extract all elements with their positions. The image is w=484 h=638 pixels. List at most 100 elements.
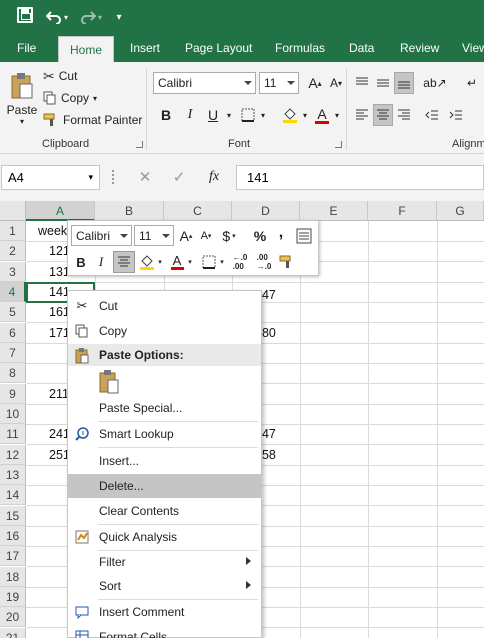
name-box-dropdown-icon[interactable]: ▾ [88, 166, 93, 189]
column-header-a[interactable]: A [26, 201, 95, 221]
mini-decrease-decimal-button[interactable]: .00 →.0 [254, 252, 274, 272]
mini-increase-decimal-button[interactable]: ←.0.00 [230, 252, 250, 272]
borders-dropdown-icon[interactable]: ▾ [258, 104, 268, 126]
row-header-17[interactable]: 17 [0, 546, 26, 566]
align-right-button[interactable] [394, 104, 414, 126]
select-all-corner[interactable] [0, 201, 26, 221]
tab-page-layout[interactable]: Page Layout [185, 34, 252, 62]
mini-shrink-font-button[interactable]: A ▾ [198, 226, 214, 246]
save-icon[interactable] [17, 7, 33, 23]
font-name-select[interactable]: Calibri [153, 72, 256, 94]
tab-home[interactable]: Home [58, 36, 114, 62]
mini-comma-button[interactable]: , [274, 223, 288, 243]
menu-item-paste-special[interactable]: Paste Special... [68, 396, 261, 420]
row-header-11[interactable]: 11 [0, 424, 26, 444]
font-size-select[interactable]: 11 [259, 72, 299, 94]
orientation-button[interactable]: ab↗ [422, 72, 448, 94]
menu-item-delete[interactable]: Delete... [68, 474, 261, 498]
row-header-9[interactable]: 9 [0, 384, 26, 404]
tab-file[interactable]: File [17, 34, 36, 62]
tab-formulas[interactable]: Formulas [275, 34, 325, 62]
align-center-button[interactable] [373, 104, 393, 126]
undo-dropdown-icon[interactable]: ▾ [64, 13, 68, 22]
format-painter-button[interactable]: Format Painter [43, 110, 142, 130]
menu-item-insert[interactable]: Insert... [68, 449, 261, 473]
copy-button[interactable]: Copy ▾ [43, 88, 97, 108]
mini-merge-button[interactable] [294, 226, 314, 246]
borders-button[interactable] [238, 104, 258, 126]
column-header-f[interactable]: F [368, 201, 437, 221]
mini-currency-button[interactable]: $ ▾ [218, 226, 240, 246]
row-header-15[interactable]: 15 [0, 506, 26, 526]
mini-percent-button[interactable]: % [252, 226, 268, 246]
mini-fill-color-button[interactable] [138, 252, 156, 272]
tab-review[interactable]: Review [400, 34, 439, 62]
mini-center-button[interactable] [113, 251, 135, 273]
clipboard-launcher-icon[interactable] [136, 141, 143, 148]
fill-color-dropdown-icon[interactable]: ▾ [300, 104, 310, 126]
row-header-21[interactable]: 21 [0, 628, 26, 638]
row-header-12[interactable]: 12 [0, 445, 26, 465]
row-header-19[interactable]: 19 [0, 587, 26, 607]
row-header-6[interactable]: 6 [0, 323, 26, 343]
row-header-8[interactable]: 8 [0, 363, 26, 383]
mini-borders-button[interactable] [200, 252, 218, 272]
column-header-c[interactable]: C [164, 201, 232, 221]
row-header-20[interactable]: 20 [0, 607, 26, 627]
fill-color-button[interactable] [280, 104, 300, 126]
paste-button[interactable]: Paste ▾ [6, 66, 38, 132]
name-box[interactable]: A4 ▾ [1, 165, 100, 190]
italic-button[interactable]: I [180, 104, 200, 126]
paste-option-button[interactable] [97, 369, 121, 395]
underline-button[interactable]: U [203, 104, 223, 126]
menu-item-insert-comment[interactable]: Insert Comment [68, 600, 261, 624]
mini-size-select[interactable]: 11 [134, 225, 174, 246]
mini-font-select[interactable]: Calibri [71, 225, 132, 246]
formula-input[interactable]: 141 [236, 165, 484, 190]
menu-item-copy[interactable]: Copy [68, 319, 261, 343]
menu-item-smart-lookup[interactable]: Smart Lookup [68, 422, 261, 446]
menu-item-clear-contents[interactable]: Clear Contents [68, 499, 261, 523]
row-header-16[interactable]: 16 [0, 526, 26, 546]
font-color-button[interactable]: A [312, 104, 332, 126]
menu-item-filter[interactable]: Filter [68, 550, 261, 574]
bottom-align-button[interactable] [394, 72, 414, 94]
mini-grow-font-button[interactable]: A ▴ [178, 226, 194, 246]
confirm-entry-button[interactable]: ✓ [168, 167, 190, 187]
tab-insert[interactable]: Insert [130, 34, 160, 62]
decrease-indent-button[interactable] [422, 104, 442, 126]
row-header-10[interactable]: 10 [0, 404, 26, 424]
menu-item-format-cells[interactable]: Format Cells... [68, 625, 261, 638]
mini-format-painter-button[interactable] [278, 252, 296, 272]
mini-font-color-button[interactable]: A [168, 252, 186, 272]
underline-dropdown-icon[interactable]: ▾ [224, 104, 234, 126]
wrap-text-button[interactable]: ↵ [462, 72, 482, 94]
cancel-entry-button[interactable]: ✕ [134, 167, 156, 187]
font-launcher-icon[interactable] [335, 141, 342, 148]
row-header-5[interactable]: 5 [0, 302, 26, 322]
row-header-18[interactable]: 18 [0, 567, 26, 587]
font-color-dropdown-icon[interactable]: ▾ [332, 104, 342, 126]
shrink-font-button[interactable]: A ▾ [326, 72, 346, 94]
mini-font-color-dropdown-icon[interactable]: ▾ [186, 252, 194, 272]
menu-item-sort[interactable]: Sort [68, 574, 261, 598]
column-header-d[interactable]: D [232, 201, 300, 221]
row-header-7[interactable]: 7 [0, 343, 26, 363]
increase-indent-button[interactable] [446, 104, 466, 126]
column-header-e[interactable]: E [300, 201, 368, 221]
grow-font-button[interactable]: A ▴ [305, 72, 325, 94]
mini-fill-dropdown-icon[interactable]: ▾ [156, 252, 164, 272]
menu-item-quick-analysis[interactable]: Quick Analysis [68, 525, 261, 549]
row-header-2[interactable]: 2 [0, 241, 26, 261]
mini-bold-button[interactable]: B [72, 252, 90, 272]
undo-button[interactable]: ▾ [44, 6, 70, 28]
bold-button[interactable]: B [156, 104, 176, 126]
align-left-button[interactable] [352, 104, 372, 126]
row-header-4[interactable]: 4 [0, 282, 26, 302]
row-header-3[interactable]: 3 [0, 262, 26, 282]
mini-borders-dropdown-icon[interactable]: ▾ [218, 252, 226, 272]
customize-qat-button[interactable]: ▾ [112, 6, 126, 28]
mini-italic-button[interactable]: I [92, 252, 110, 272]
cut-button[interactable]: ✂ Cut [43, 66, 77, 86]
insert-function-button[interactable]: fx [203, 167, 225, 187]
